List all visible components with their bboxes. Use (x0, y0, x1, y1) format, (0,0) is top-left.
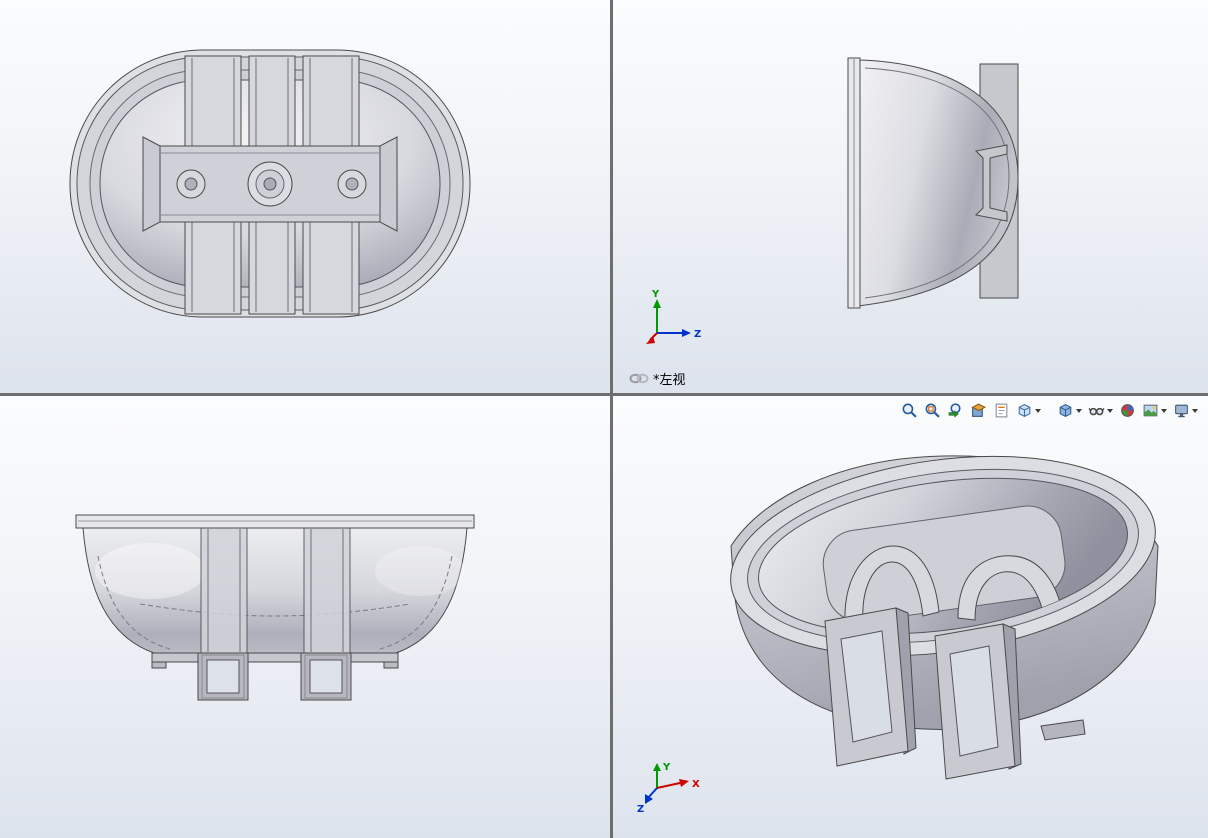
viewport-isometric-view[interactable]: Y X Z (613, 396, 1208, 838)
viewport-top-view[interactable] (0, 0, 610, 393)
zoom-to-area-icon (925, 403, 940, 418)
axis-x-label: X (692, 779, 700, 790)
apply-scene-button[interactable] (1140, 401, 1169, 420)
axis-z-label: Z (637, 804, 644, 815)
zoom-to-fit-icon (902, 403, 917, 418)
viewport-left-view[interactable]: Y Z *左视 (613, 0, 1208, 393)
axis-z-label: Z (694, 329, 701, 340)
chevron-down-icon[interactable] (1076, 408, 1082, 413)
top-view-drawing (69, 49, 471, 318)
front-view-drawing (75, 514, 475, 701)
edit-appearance-button[interactable] (1117, 401, 1138, 420)
hide-show-items-button[interactable] (1086, 401, 1115, 420)
previous-view-icon (948, 403, 961, 418)
section-view-button[interactable] (968, 401, 989, 420)
apply-scene-icon (1143, 404, 1158, 417)
chevron-down-icon[interactable] (1161, 408, 1167, 413)
view-orientation-button[interactable] (1014, 401, 1043, 420)
zoom-to-area-button[interactable] (922, 401, 943, 420)
axis-y-label: Y (662, 762, 671, 773)
viewport-front-view[interactable] (0, 396, 610, 838)
vertical-viewport-splitter[interactable] (610, 0, 613, 838)
view-name-label: *左视 (629, 369, 686, 388)
axis-y-label: Y (651, 289, 660, 300)
horizontal-viewport-splitter[interactable] (0, 393, 1208, 396)
linked-views-icon (629, 373, 649, 384)
previous-view-button[interactable] (945, 401, 966, 420)
chevron-down-icon[interactable] (1035, 408, 1041, 413)
edit-appearance-icon (1121, 404, 1134, 417)
heads-up-view-toolbar (899, 401, 1200, 420)
hide-show-items-icon (1088, 407, 1105, 416)
zoom-to-fit-button[interactable] (899, 401, 920, 420)
view-settings-icon (1175, 404, 1188, 418)
view-settings-button[interactable] (1171, 401, 1200, 420)
section-view-icon (971, 403, 987, 417)
chevron-down-icon[interactable] (1107, 408, 1113, 413)
left-view-drawing: Y Z (646, 57, 1019, 344)
orientation-triad: Y Z (646, 289, 701, 344)
dynamic-annotation-views-button[interactable] (991, 401, 1012, 420)
view-name-text: *左视 (653, 373, 686, 388)
display-style-button[interactable] (1055, 401, 1084, 420)
display-style-icon (1059, 404, 1072, 417)
orientation-triad: Y X Z (637, 762, 700, 815)
view-orientation-icon (1018, 404, 1031, 417)
isometric-view-drawing: Y X Z (637, 455, 1159, 815)
chevron-down-icon[interactable] (1192, 408, 1198, 413)
dynamic-annotation-views-icon (995, 403, 1008, 418)
